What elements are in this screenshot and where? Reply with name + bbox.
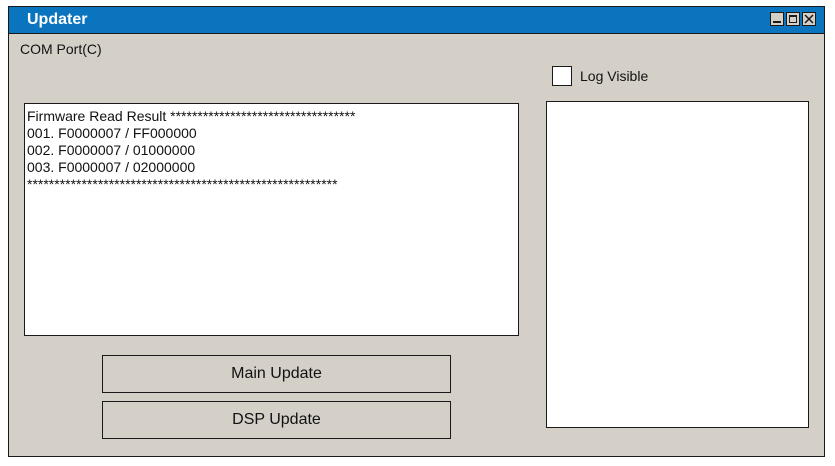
main-update-button[interactable]: Main Update [102, 355, 451, 393]
log-visible-label[interactable]: Log Visible [580, 68, 648, 84]
window-title: Updater [27, 11, 88, 28]
log-visible-checkbox[interactable] [552, 66, 572, 86]
firmware-result-textbox[interactable]: Firmware Read Result *******************… [24, 103, 519, 336]
dsp-update-button[interactable]: DSP Update [102, 401, 451, 439]
result-line: 003. F0000007 / 02000000 [27, 159, 196, 175]
window-controls [770, 12, 816, 26]
menu-com-port[interactable]: COM Port(C) [20, 41, 102, 57]
minimize-icon[interactable] [770, 12, 784, 26]
close-icon[interactable] [802, 12, 816, 26]
maximize-icon[interactable] [786, 12, 800, 26]
result-line: ****************************************… [27, 176, 338, 192]
result-line: 002. F0000007 / 01000000 [27, 142, 196, 158]
title-bar[interactable]: Updater [9, 7, 824, 34]
log-textbox[interactable] [546, 101, 809, 428]
updater-window: Updater COM Port(C) Firmware Read Result… [8, 6, 825, 457]
result-line: 001. F0000007 / FF000000 [27, 125, 197, 141]
result-line: Firmware Read Result *******************… [27, 108, 356, 124]
